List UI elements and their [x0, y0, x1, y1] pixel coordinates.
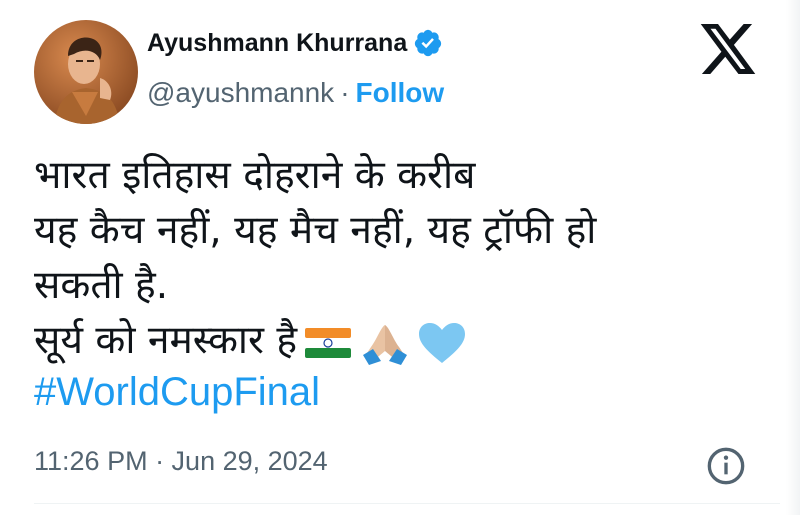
tweet-text: भारत इतिहास दोहराने के करीब यह कैच नहीं,…: [34, 148, 774, 368]
author-name-row: Ayushmann Khurrana: [147, 28, 443, 58]
author-handle-row: @ayushmannk · Follow: [147, 77, 444, 109]
tweet-line-1: भारत इतिहास दोहराने के करीब: [34, 153, 476, 198]
card-edge-shadow: [786, 0, 800, 515]
light-blue-heart-icon: [419, 322, 466, 363]
info-icon[interactable]: [706, 446, 746, 486]
x-logo-icon[interactable]: [699, 24, 757, 74]
tweet-line-3: सकती है.: [34, 263, 169, 308]
indian-flag-icon: [305, 327, 352, 358]
verified-badge-icon: [415, 29, 442, 57]
tweet-line-4: सूर्य को नमस्कार है: [34, 318, 298, 363]
hashtag-link[interactable]: #WorldCupFinal: [34, 370, 320, 415]
follow-button[interactable]: Follow: [356, 77, 445, 108]
separator-dot: ·: [340, 77, 350, 108]
tweet-timestamp[interactable]: 11:26 PM · Jun 29, 2024: [34, 446, 328, 477]
divider: [34, 503, 780, 504]
folded-hands-icon: [363, 324, 408, 365]
avatar-photo: [34, 20, 138, 124]
tweet-line-2: यह कैच नहीं, यह मैच नहीं, यह ट्रॉफी हो: [34, 208, 597, 253]
tweet-card: Ayushmann Khurrana @ayushmannk · Follow भा…: [0, 0, 800, 515]
avatar[interactable]: [34, 20, 138, 124]
author-handle[interactable]: @ayushmannk: [147, 77, 334, 108]
author-display-name[interactable]: Ayushmann Khurrana: [147, 29, 407, 58]
tweet-line-4-wrapper: सूर्य को नमस्कार है: [34, 313, 774, 368]
